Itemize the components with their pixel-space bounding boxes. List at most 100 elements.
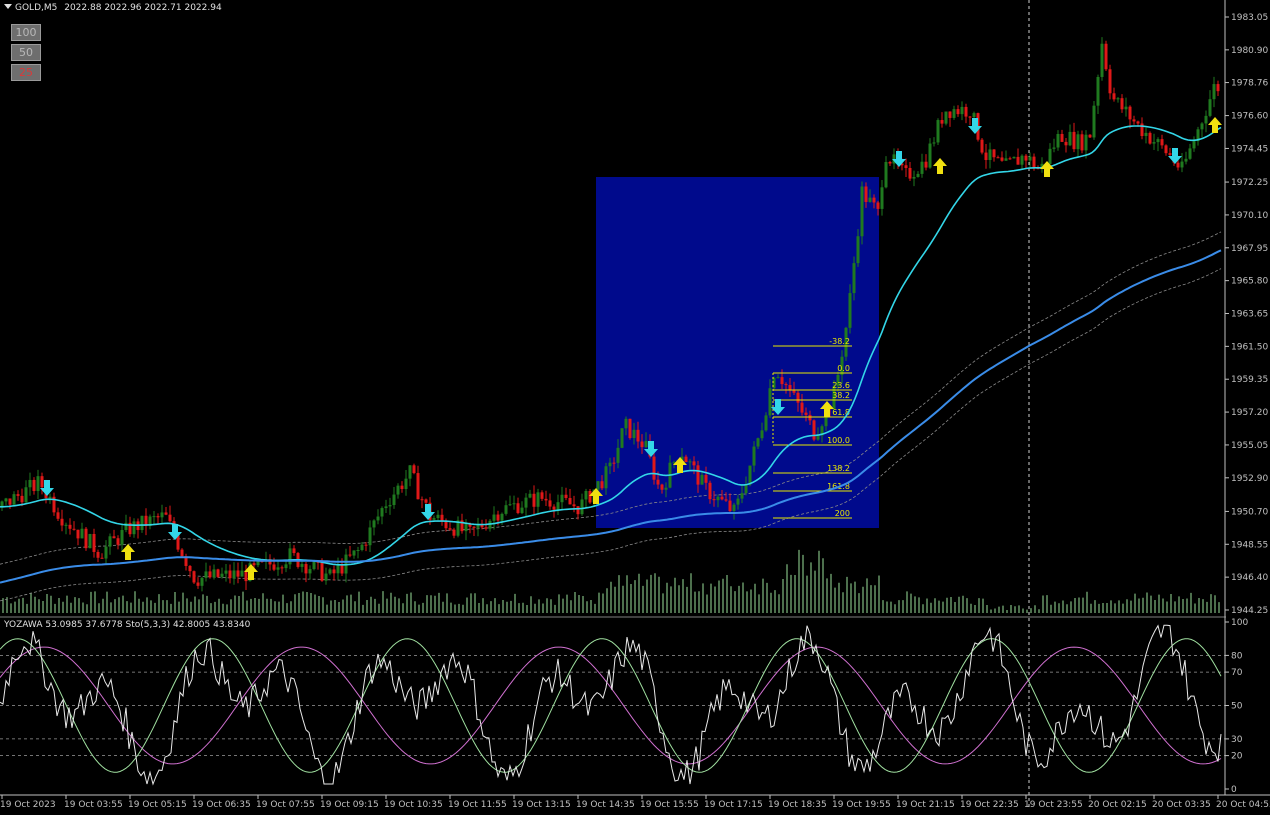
price-bar-body [776,377,780,379]
price-bar-body [368,527,372,546]
price-bar-body [752,446,756,466]
price-bar-body [1164,145,1168,154]
zoom-100-button[interactable]: 100 [11,24,41,41]
price-bar-body [1076,134,1080,150]
price-bar-body [464,523,468,532]
price-bar-body [804,412,808,415]
price-bar-body [284,564,288,569]
price-bar-body [888,161,892,164]
price-bar-body [988,149,992,160]
price-tick-label: 1976.60 [1231,112,1268,122]
price-bar-body [740,493,744,499]
price-bar-body [1132,119,1136,122]
price-bar-body [280,567,284,569]
price-bar-body [328,569,332,574]
fib-level-label: 100.0 [827,436,850,445]
time-tick-label: 19 Oct 09:15 [320,800,379,810]
time-tick-label: 19 Oct 11:55 [448,800,507,810]
price-bar-body [608,462,612,467]
price-bar-body [880,187,884,209]
price-bar-body [1092,105,1096,138]
price-bar-body [236,570,240,577]
zoom-50-button[interactable]: 50 [11,44,41,61]
price-bar-body [512,503,516,505]
time-tick-label: 20 Oct 03:35 [1152,800,1211,810]
price-bar-body [1028,156,1032,161]
price-bar-body [780,377,784,385]
price-bar-body [240,570,244,577]
price-bar-body [204,571,208,578]
price-bar-body [56,512,60,519]
price-bar-body [576,506,580,515]
price-bar-body [692,461,696,466]
price-bar-body [964,106,968,117]
price-bar-body [564,494,568,499]
price-tick-label: 1967.95 [1231,244,1268,254]
price-bar-body [312,561,316,570]
price-bar-body [100,557,104,559]
price-tick-label: 1959.35 [1231,375,1268,385]
price-bar-body [868,197,872,202]
price-bar-body [1160,139,1164,146]
price-bar-body [380,508,384,517]
price-bar-body [800,402,804,413]
time-tick-label: 19 Oct 07:55 [256,800,315,810]
price-bar-body [948,111,952,118]
price-bar-body [168,514,172,522]
price-bar-body [116,538,120,545]
price-bar-body [1052,147,1056,149]
price-bar-body [540,492,544,499]
chart-header: GOLD,M5 2022.88 2022.96 2022.71 2022.94 [4,3,222,13]
price-bar-body [1084,134,1088,151]
price-tick-label: 1983.05 [1231,13,1268,23]
price-bar-body [492,514,496,521]
selection-rectangle[interactable] [596,177,879,528]
price-bar-body [700,474,704,485]
price-bar-body [812,420,816,440]
price-bar-body [420,499,424,501]
price-bar-body [256,561,260,566]
price-bar-body [436,514,440,519]
price-bar-body [992,149,996,158]
price-bar-body [1016,156,1020,165]
price-bar-body [68,524,72,529]
price-bar-body [656,479,660,485]
price-bar-body [232,570,236,579]
price-bar-body [952,109,956,118]
price-bar-body [292,548,296,554]
price-bar-body [736,498,740,505]
price-bar-body [308,569,312,574]
trading-chart[interactable]: -38.20.023.638.261.8100.0138.2161.8200 1… [0,0,1270,815]
price-bar-body [728,500,732,512]
price-tick-label: 1970.10 [1231,211,1268,221]
osc-tick-label: 20 [1231,752,1243,762]
price-bar-body [36,476,40,492]
osc-tick-label: 70 [1231,668,1243,678]
price-bar-body [8,498,12,505]
price-bar-body [916,173,920,177]
price-bar-body [872,197,876,203]
price-bar-body [664,487,668,490]
price-bar-body [140,515,144,531]
price-bar-body [1048,148,1052,164]
price-bar-body [568,498,572,505]
price-bar-body [84,528,88,549]
time-tick-label: 19 Oct 21:15 [896,800,955,810]
price-bar-body [76,529,80,539]
price-tick-label: 1963.65 [1231,310,1268,320]
price-bar-body [944,111,948,124]
price-bar-body [1072,131,1076,150]
price-bar-body [1168,153,1172,155]
chevron-down-icon[interactable] [4,4,12,9]
price-bar-body [416,473,420,500]
quote-label: 2022.88 2022.96 2022.71 2022.94 [64,3,222,13]
price-bar-body [744,484,748,494]
price-bar-body [980,139,984,153]
price-bar-body [412,465,416,474]
price-bar-body [808,414,812,421]
price-tick-label: 1952.90 [1231,474,1268,484]
zoom-25-button[interactable]: 25 [11,64,41,81]
price-bar-body [712,499,716,501]
price-bar-body [1148,132,1152,144]
time-tick-label: 19 Oct 03:55 [64,800,123,810]
